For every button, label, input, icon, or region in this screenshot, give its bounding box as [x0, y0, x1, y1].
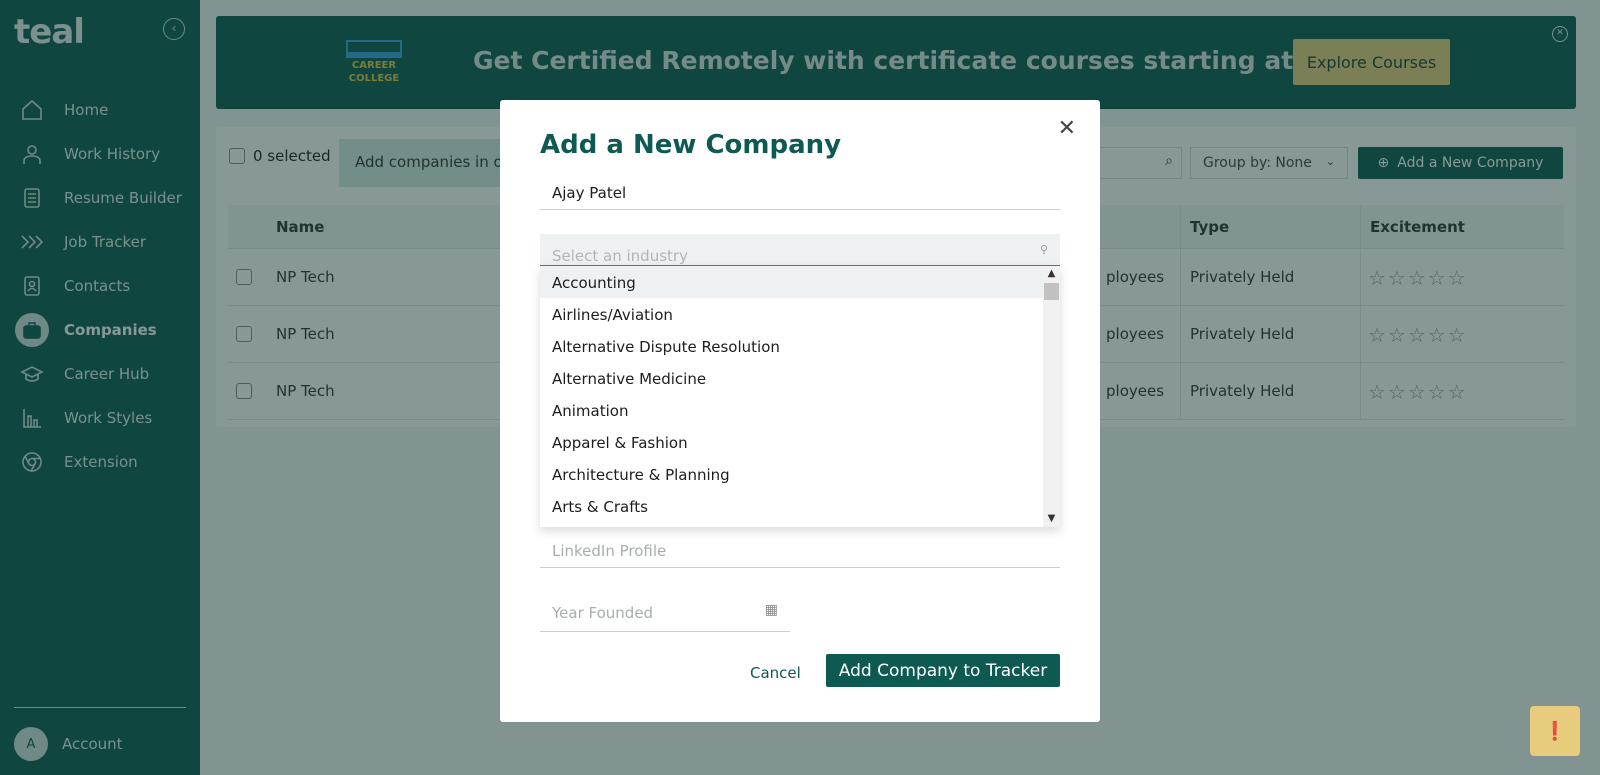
industry-option[interactable]: Arts & Crafts: [540, 490, 1060, 522]
industry-option[interactable]: Alternative Medicine: [540, 362, 1060, 394]
dropdown-scrollbar[interactable]: ▲ ▼: [1043, 266, 1060, 527]
scroll-down-icon[interactable]: ▼: [1043, 511, 1060, 527]
industry-option[interactable]: Airlines/Aviation: [540, 298, 1060, 330]
feedback-icon: ❗: [1543, 720, 1567, 742]
search-icon: ⚲: [1039, 243, 1048, 256]
calendar-icon[interactable]: ▦: [765, 602, 778, 618]
close-icon[interactable]: ✕: [1058, 116, 1076, 141]
company-name-field[interactable]: Ajay Patel: [540, 172, 1060, 210]
add-company-to-tracker-button[interactable]: Add Company to Tracker: [826, 654, 1060, 687]
cancel-button[interactable]: Cancel: [750, 664, 801, 682]
scroll-up-icon[interactable]: ▲: [1043, 266, 1060, 282]
industry-option[interactable]: Alternative Dispute Resolution: [540, 330, 1060, 362]
feedback-button[interactable]: ❗: [1530, 706, 1580, 756]
scroll-thumb[interactable]: [1044, 283, 1059, 300]
industry-option[interactable]: Apparel & Fashion: [540, 426, 1060, 458]
modal-title: Add a New Company: [540, 130, 842, 160]
linkedin-field[interactable]: LinkedIn Profile: [540, 530, 1060, 568]
industry-dropdown: Accounting Airlines/Aviation Alternative…: [540, 266, 1060, 527]
year-founded-field[interactable]: Year Founded ▦: [540, 588, 790, 632]
industry-select[interactable]: Select an industry ⚲: [540, 234, 1060, 266]
add-company-modal: ✕ Add a New Company Ajay Patel Select an…: [500, 100, 1100, 722]
industry-option[interactable]: Animation: [540, 394, 1060, 426]
industry-option[interactable]: Architecture & Planning: [540, 458, 1060, 490]
industry-option[interactable]: Accounting: [540, 266, 1060, 298]
industry-placeholder: Select an industry: [552, 247, 688, 265]
